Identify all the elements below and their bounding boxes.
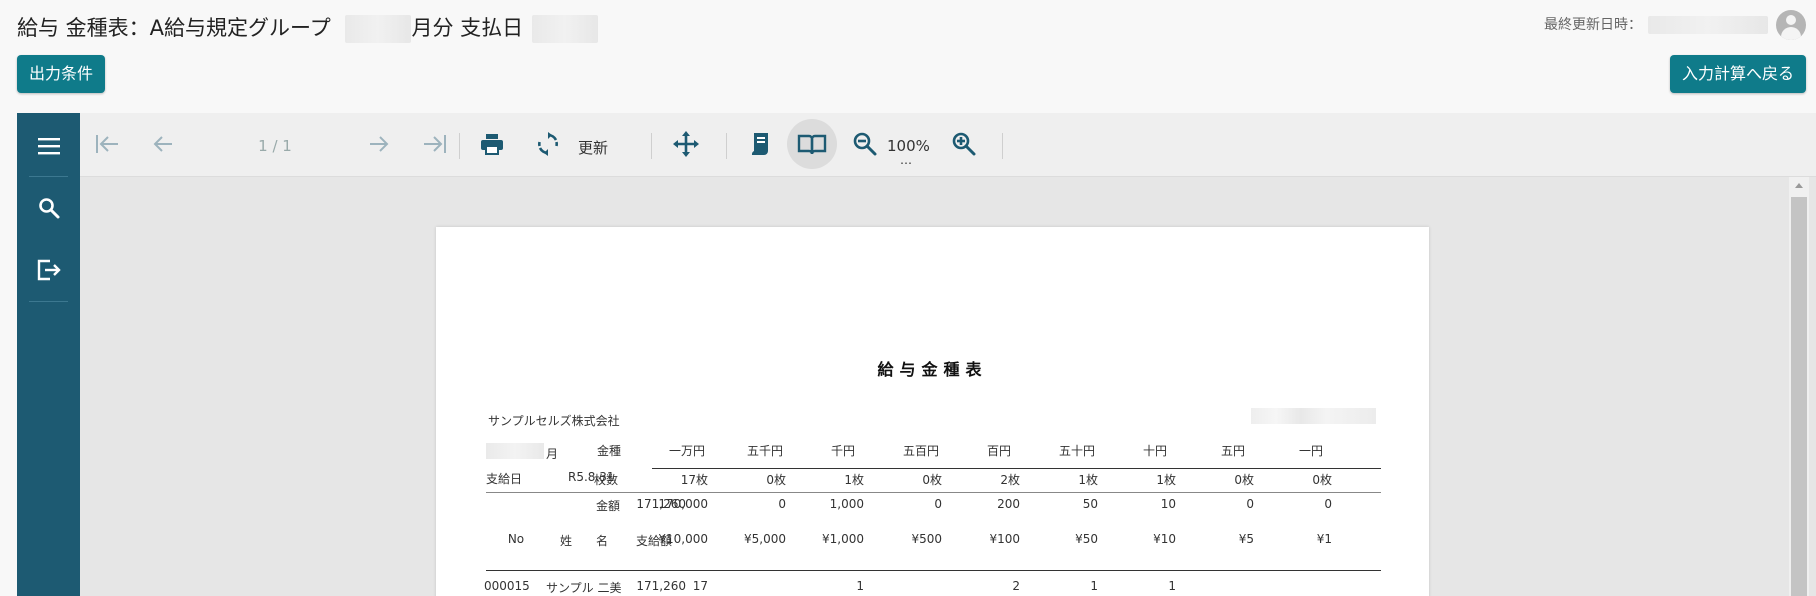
detail-denomination-header: ¥10,000 [658,532,708,546]
detail-count-cell: 17 [692,579,708,593]
amount-cell: 0 [1246,497,1254,511]
denomination-header-cell: 五百円 [902,444,939,458]
amount-cell: 0 [1324,497,1332,511]
count-cell: 17枚 [680,473,708,487]
denomination-header-cell: 五千円 [746,444,783,458]
redacted-print-date [1251,408,1376,424]
next-page-icon[interactable] [354,119,404,169]
toolbar-divider [726,133,727,159]
redacted-year-month [345,15,412,43]
row-rule [486,492,1381,493]
redacted-year [486,443,544,459]
detail-count-cell: 1 [1168,579,1176,593]
back-to-input-button[interactable]: 入力計算へ戻る [1669,55,1806,93]
sidebar-divider [29,301,68,302]
toolbar-divider [459,133,460,159]
report-title: 給与金種表 [877,360,988,379]
redacted-updated-at [1648,16,1768,34]
detail-denomination-header: ¥1 [1316,532,1332,546]
prev-page-icon[interactable] [138,119,188,169]
scroll-up-arrow-icon[interactable] [1795,183,1803,188]
amount-cell: 170,000 [658,497,708,511]
count-cell: 枚数 [594,473,619,487]
denomination-header-cell: 五円 [1220,444,1245,458]
amount-cell: 200 [997,497,1020,511]
count-cell: 0枚 [1234,473,1254,487]
denomination-header-cell: 五十円 [1058,444,1095,458]
denomination-header-cell: 一円 [1298,444,1323,458]
zoom-out-icon[interactable] [840,119,890,169]
report-page: 給与金種表 サンプルセルズ株式会社 月 支給日 R5.8.31 金額 金種 一万円… [436,227,1429,596]
output-conditions-button[interactable]: 出力条件 [17,55,106,93]
detail-denomination-header: ¥50 [1075,532,1098,546]
detail-count-cell: 2 [1012,579,1020,593]
detail-count-cell: 1 [1090,579,1098,593]
detail-denomination-header: ¥500 [911,532,942,546]
count-cell: 0枚 [922,473,942,487]
detail-denomination-header: ¥5,000 [744,532,786,546]
print-icon[interactable] [467,119,517,169]
pan-icon[interactable] [661,119,711,169]
viewer-toolbar: 1 / 1 更新 100% … [80,113,1816,177]
detail-count-cell: 1 [856,579,864,593]
zoom-in-icon[interactable] [939,119,989,169]
count-cell: 1枚 [1156,473,1176,487]
detail-denomination-header: ¥5 [1238,532,1254,546]
count-cell: 1枚 [1078,473,1098,487]
export-icon[interactable] [17,239,80,301]
detail-denomination-header: ¥10 [1153,532,1176,546]
scroll-thumb[interactable] [1791,197,1807,596]
month-suffix: 月 [546,447,559,461]
page-title: 給与 金種表：A給与規定グループ 月分 支払日 [17,12,598,43]
redacted-pay-date [531,15,598,43]
count-cell: 1枚 [844,473,864,487]
title-prefix: 給与 金種表：A給与規定グループ [17,16,331,40]
report-viewer: 1 / 1 更新 100% … 給与金種表 サンプルセルズ株式会社 月 支給日 … [17,113,1816,596]
denomination-header-cell: 金種 [596,444,621,458]
book-view-icon[interactable] [787,119,837,169]
amount-cell: 0 [778,497,786,511]
last-page-icon[interactable] [410,119,460,169]
company-name: サンプルセルズ株式会社 [488,414,620,428]
denomination-header-cell: 千円 [830,444,855,458]
last-updated-label: 最終更新日時： [1544,17,1642,33]
detail-name-cell: サンプル 二美 [546,581,622,595]
amount-cell: 0 [934,497,942,511]
detail-no-header: No [507,532,525,546]
detail-denomination-header: ¥1,000 [822,532,864,546]
vertical-scrollbar[interactable] [1789,177,1809,596]
refresh-label[interactable]: 更新 [578,137,608,158]
menu-icon[interactable] [17,115,80,177]
title-month: 月分 支払日 [411,16,524,40]
count-cell: 0枚 [1312,473,1332,487]
toolbar-divider [1002,133,1003,159]
denomination-header-cell: 十円 [1142,444,1167,458]
toolbar-divider [651,133,652,159]
detail-header-rule [486,570,1381,571]
pay-date-label: 支給日 [486,472,523,486]
header-rule [652,468,1381,469]
denomination-header-cell: 百円 [986,444,1011,458]
refresh-icon[interactable] [523,119,573,169]
amount-cell: 10 [1160,497,1176,511]
continuous-scroll-icon[interactable] [734,119,784,169]
zoom-menu[interactable]: … [900,153,912,167]
count-cell: 2枚 [1000,473,1020,487]
user-avatar-icon[interactable] [1776,10,1806,40]
search-icon[interactable] [17,177,80,239]
last-updated: 最終更新日時： [1544,14,1768,34]
detail-denomination-header: ¥100 [989,532,1020,546]
amount-cell: 50 [1082,497,1098,511]
amount-cell: 1,000 [829,497,864,511]
detail-no-cell: 000015 [484,579,530,593]
count-cell: 0枚 [766,473,786,487]
denomination-header-cell: 一万円 [668,444,705,458]
page-indicator[interactable]: 1 / 1 [245,137,305,155]
first-page-icon[interactable] [82,119,132,169]
detail-name-header: 姓 名 [559,534,608,548]
viewer-sidebar [17,113,80,596]
